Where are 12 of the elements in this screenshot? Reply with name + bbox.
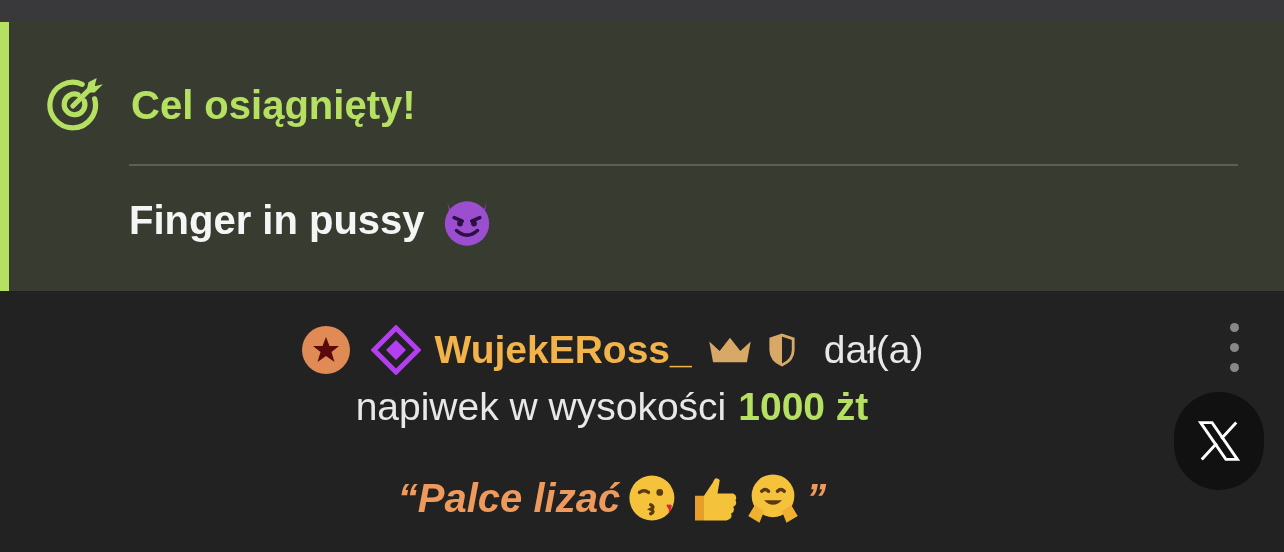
shield-icon: [767, 333, 796, 367]
tip-amount-text: napiwek w wysokości: [355, 385, 727, 429]
goal-title: Cel osiągnięty!: [131, 82, 416, 128]
x-logo-icon: [1196, 418, 1242, 464]
diamond-icon: [370, 325, 421, 375]
tip-verb: dał(a): [823, 328, 924, 372]
username[interactable]: WujekERoss_: [434, 328, 692, 372]
tip-amount: 1000 żt: [738, 385, 869, 429]
star-badge-icon: [300, 325, 351, 375]
tip-message: “Palce lizać: [397, 475, 621, 521]
goal-description: Finger in pussy: [129, 197, 425, 243]
closing-quote: ”: [806, 475, 827, 521]
